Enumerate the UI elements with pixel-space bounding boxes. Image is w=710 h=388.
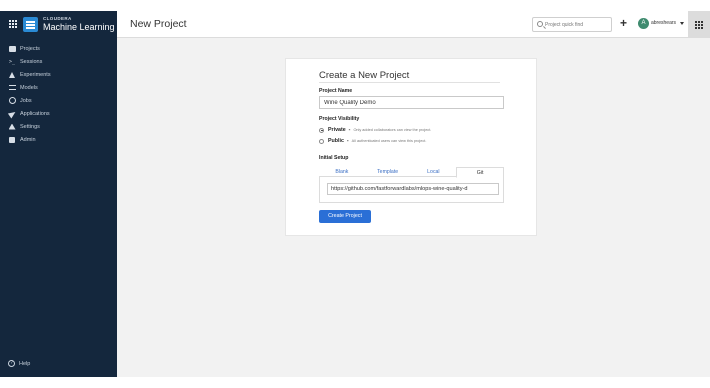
sidebar-item-label: Jobs xyxy=(20,97,32,104)
project-name-input[interactable] xyxy=(319,96,504,109)
sidebar-item-label: Settings xyxy=(20,123,40,130)
clock-icon xyxy=(8,97,16,104)
grid-icon xyxy=(695,21,703,29)
apps-menu-button[interactable] xyxy=(688,11,710,38)
help-link[interactable]: ? Help xyxy=(8,360,30,367)
sidebar-item-applications[interactable]: Applications xyxy=(7,108,108,119)
brand-company: CLOUDERA xyxy=(43,16,72,21)
public-label: Public xyxy=(328,138,344,144)
private-marker: - xyxy=(348,127,351,133)
title-divider xyxy=(319,82,500,83)
sidebar-item-label: Sessions xyxy=(20,58,43,65)
user-menu[interactable]: abreshears xyxy=(651,20,676,26)
paper-plane-icon xyxy=(7,109,17,118)
tab-template[interactable]: Template xyxy=(365,167,411,176)
sidebar-item-label: Projects xyxy=(20,45,40,52)
new-project-card: Create a New Project Project Name Projec… xyxy=(285,58,537,236)
visibility-public-option[interactable]: Public - All authenticated users can vie… xyxy=(319,138,426,144)
lock-icon xyxy=(8,136,16,143)
top-bar: CLOUDERA Machine Learning New Project + … xyxy=(0,11,710,38)
search-icon xyxy=(537,21,543,27)
app-frame: CLOUDERA Machine Learning New Project + … xyxy=(0,11,710,377)
public-description: All authenticated users can view this pr… xyxy=(351,139,427,143)
project-name-label: Project Name xyxy=(319,88,353,94)
help-label: Help xyxy=(19,360,31,367)
brand-area[interactable]: CLOUDERA Machine Learning xyxy=(0,11,117,38)
git-tab-panel xyxy=(319,177,504,203)
sidebar-item-label: Admin xyxy=(20,136,36,143)
avatar[interactable]: A xyxy=(638,18,649,29)
sidebar-item-admin[interactable]: Admin xyxy=(8,134,108,145)
sidebar: Projects >_ Sessions Experiments Models … xyxy=(0,38,117,377)
terminal-icon: >_ xyxy=(8,58,16,65)
sidebar-item-projects[interactable]: Projects xyxy=(8,43,108,54)
sidebar-item-experiments[interactable]: Experiments xyxy=(8,69,108,80)
visibility-label: Project Visibility xyxy=(319,116,360,122)
models-icon xyxy=(8,84,16,91)
project-search[interactable] xyxy=(532,17,612,32)
app-launcher-icon[interactable] xyxy=(9,20,18,29)
setup-tabs: Blank Template Local Git xyxy=(319,167,504,178)
private-description: Only added collaborators can view the pr… xyxy=(353,128,432,132)
form-title: Create a New Project xyxy=(319,70,410,81)
sidebar-item-label: Experiments xyxy=(20,71,51,78)
chevron-down-icon[interactable] xyxy=(680,22,684,25)
projects-icon xyxy=(8,45,16,52)
initial-setup-label: Initial Setup xyxy=(319,155,349,161)
sidebar-item-label: Applications xyxy=(20,110,50,117)
search-input[interactable] xyxy=(545,19,609,30)
settings-icon xyxy=(8,123,16,130)
git-url-input[interactable] xyxy=(327,183,499,195)
visibility-private-option[interactable]: Private - Only added collaborators can v… xyxy=(319,127,431,133)
sidebar-item-label: Models xyxy=(20,84,38,91)
brand-product: Machine Learning xyxy=(43,22,115,32)
flask-icon xyxy=(8,71,16,78)
cml-logo-icon xyxy=(23,17,38,32)
public-marker: - xyxy=(346,138,349,144)
public-radio[interactable] xyxy=(319,138,324,144)
tab-local[interactable]: Local xyxy=(411,167,457,176)
page-title: New Project xyxy=(130,18,187,30)
add-icon[interactable]: + xyxy=(620,16,627,30)
tab-blank[interactable]: Blank xyxy=(319,167,365,176)
private-radio[interactable] xyxy=(319,127,324,133)
sidebar-item-models[interactable]: Models xyxy=(8,82,108,93)
sidebar-item-sessions[interactable]: >_ Sessions xyxy=(8,56,108,67)
sidebar-item-settings[interactable]: Settings xyxy=(8,121,108,132)
private-label: Private xyxy=(328,127,346,133)
create-project-button[interactable]: Create Project xyxy=(319,210,371,223)
sidebar-item-jobs[interactable]: Jobs xyxy=(8,95,108,106)
help-icon: ? xyxy=(8,360,15,367)
